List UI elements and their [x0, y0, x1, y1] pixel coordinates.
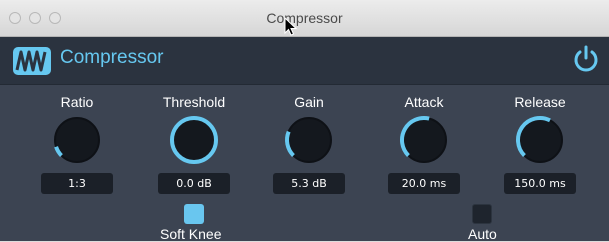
auto-label: Auto [468, 226, 497, 242]
threshold-control: Threshold 0.0 dB [146, 93, 242, 194]
gain-knob[interactable] [281, 112, 337, 168]
release-control: Release 150.0 ms [492, 93, 588, 194]
window-titlebar: Compressor [0, 0, 609, 37]
gain-control: Gain 5.3 dB [261, 93, 357, 194]
gain-value[interactable]: 5.3 dB [273, 173, 345, 194]
ratio-control: Ratio 1:3 [29, 93, 125, 194]
attack-control: Attack 20.0 ms [376, 93, 472, 194]
attack-label: Attack [404, 94, 444, 110]
mouse-cursor-icon [284, 17, 298, 36]
soft-knee-label: Soft Knee [160, 226, 222, 242]
attack-value[interactable]: 20.0 ms [388, 173, 460, 194]
release-label: Release [514, 94, 566, 110]
ratio-value[interactable]: 1:3 [41, 173, 113, 194]
ratio-knob[interactable] [49, 112, 105, 168]
release-value[interactable]: 150.0 ms [504, 173, 576, 194]
ratio-label: Ratio [60, 94, 94, 110]
threshold-label: Threshold [162, 94, 226, 110]
gain-label: Gain [294, 94, 324, 110]
threshold-knob[interactable] [166, 112, 222, 168]
soft-knee-toggle[interactable] [184, 204, 204, 224]
release-knob[interactable] [512, 112, 568, 168]
plugin-title: Compressor [60, 47, 164, 68]
threshold-value[interactable]: 0.0 dB [158, 173, 230, 194]
auto-toggle[interactable] [472, 204, 492, 224]
attack-knob[interactable] [396, 112, 452, 168]
plugin-header: Compressor [0, 37, 609, 85]
power-icon[interactable] [571, 44, 601, 74]
presonus-logo-icon [13, 47, 51, 75]
plugin-panel: Compressor Ratio 1:3 Threshold 0.0 dB Ga… [0, 37, 609, 242]
window-title: Compressor [266, 10, 343, 26]
